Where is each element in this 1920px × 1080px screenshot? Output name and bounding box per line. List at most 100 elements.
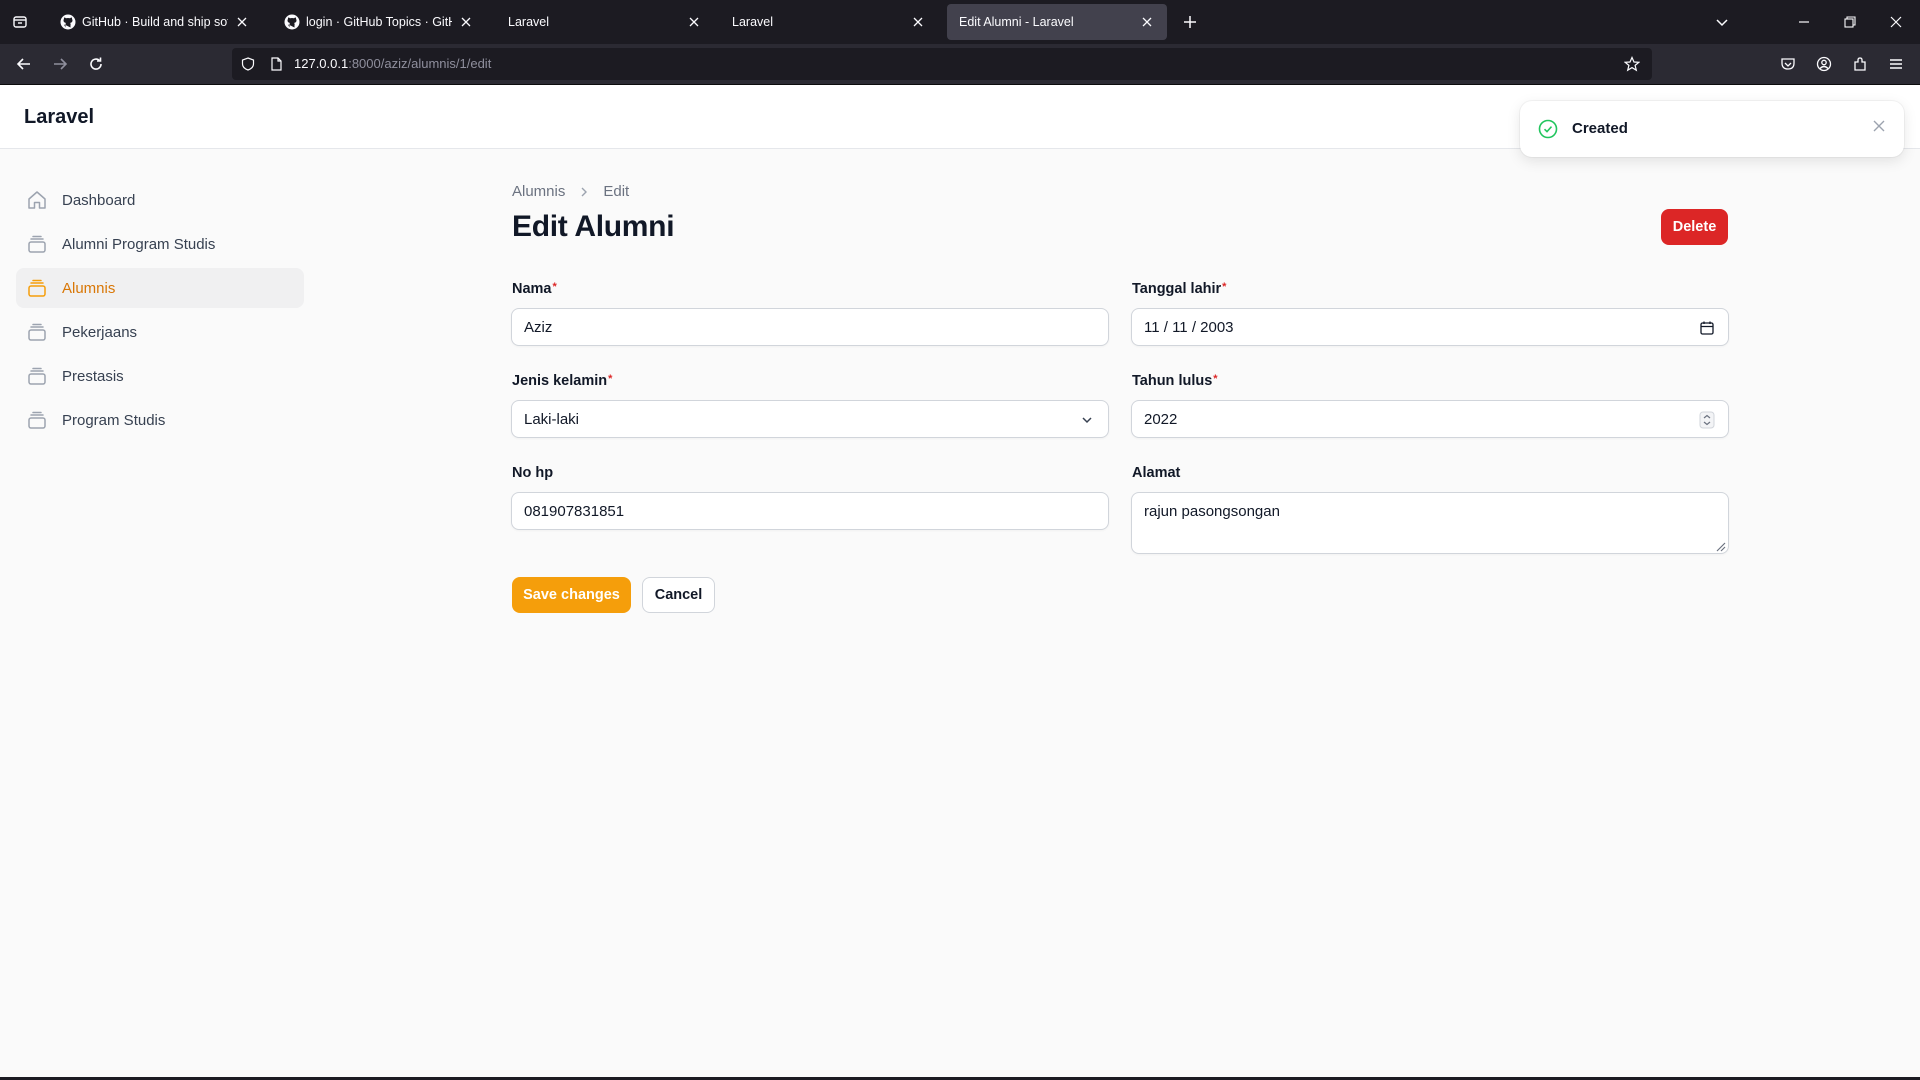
github-icon: [60, 14, 76, 30]
nama-label-text: Nama: [512, 281, 552, 297]
nama-label: Nama*: [512, 281, 557, 297]
save-changes-button[interactable]: Save changes: [512, 577, 631, 613]
collection-icon: [26, 321, 48, 343]
required-marker: *: [608, 373, 613, 385]
number-spinner-icon[interactable]: [1698, 411, 1716, 429]
collection-icon: [26, 409, 48, 431]
home-icon: [26, 189, 48, 211]
sidebar-item-pekerjaans[interactable]: Pekerjaans: [16, 312, 304, 352]
collection-icon: [26, 233, 48, 255]
browser-tab-active[interactable]: Edit Alumni - Laravel: [947, 4, 1167, 40]
window-close-icon[interactable]: [1884, 10, 1908, 34]
browser-tab[interactable]: login · GitHub Topics · GitHub: [272, 4, 486, 40]
account-icon[interactable]: [1812, 52, 1836, 76]
extensions-icon[interactable]: [1848, 52, 1872, 76]
sidebar-item-label: Pekerjaans: [62, 323, 138, 341]
sidebar-item-label: Alumnis: [62, 279, 116, 297]
tab-title: Laravel: [508, 15, 549, 29]
tahun-lulus-label-text: Tahun lulus: [1132, 373, 1213, 389]
url-host: 127.0.0.1: [294, 56, 349, 71]
alamat-label: Alamat: [1132, 465, 1181, 481]
tab-title: GitHub · Build and ship softwar: [82, 15, 228, 29]
calendar-icon[interactable]: [1698, 319, 1716, 337]
required-marker: *: [1222, 281, 1227, 293]
tab-close-icon[interactable]: [686, 14, 702, 30]
tab-close-icon[interactable]: [910, 14, 926, 30]
breadcrumb-link-alumnis[interactable]: Alumnis: [512, 183, 565, 200]
pocket-icon[interactable]: [1776, 52, 1800, 76]
collection-icon: [26, 365, 48, 387]
minimize-icon[interactable]: [1792, 10, 1816, 34]
tahun-lulus-label: Tahun lulus*: [1132, 373, 1218, 389]
forward-icon[interactable]: [48, 52, 72, 76]
sidebar-item-label: Dashboard: [62, 191, 136, 209]
url-text[interactable]: 127.0.0.1:8000/aziz/alumnis/1/edit: [294, 56, 491, 71]
github-icon: [284, 14, 300, 30]
jenis-kelamin-select[interactable]: Laki-laki: [511, 400, 1109, 438]
shield-icon[interactable]: [240, 56, 256, 72]
tanggal-lahir-field[interactable]: 11 / 11 / 2003: [1131, 308, 1729, 346]
restore-icon[interactable]: [1838, 10, 1862, 34]
reload-icon[interactable]: [84, 52, 108, 76]
sidebar-item-label: Program Studis: [62, 411, 166, 429]
alamat-textarea[interactable]: rajun pasongsongan: [1131, 492, 1729, 554]
browser-nav-bar: 127.0.0.1:8000/aziz/alumnis/1/edit: [0, 44, 1920, 84]
jenis-kelamin-value: Laki-laki: [524, 410, 580, 428]
alamat-value: rajun pasongsongan: [1144, 503, 1280, 520]
back-icon[interactable]: [12, 52, 36, 76]
bookmark-star-icon[interactable]: [1624, 56, 1640, 72]
sidebar-item-prestasis[interactable]: Prestasis: [16, 356, 304, 396]
tahun-lulus-value: 2022: [1144, 410, 1178, 428]
toast-message: Created: [1572, 120, 1628, 137]
delete-button[interactable]: Delete: [1661, 209, 1728, 245]
breadcrumb-current: Edit: [603, 183, 630, 200]
tab-title: login · GitHub Topics · GitHub: [306, 15, 452, 29]
jenis-kelamin-label-text: Jenis kelamin: [512, 373, 608, 389]
breadcrumb: Alumnis Edit: [512, 183, 629, 200]
sidebar-item-label: Prestasis: [62, 367, 124, 385]
sidebar-item-alumni-program-studis[interactable]: Alumni Program Studis: [16, 224, 304, 264]
jenis-kelamin-label: Jenis kelamin*: [512, 373, 612, 389]
page-title: Edit Alumni: [512, 210, 675, 243]
required-marker: *: [552, 281, 557, 293]
url-path: :8000/aziz/alumnis/1/edit: [348, 56, 492, 71]
browser-tab[interactable]: Laravel: [720, 4, 938, 40]
tab-close-icon[interactable]: [234, 14, 250, 30]
brand-logo[interactable]: Laravel: [24, 106, 94, 129]
tab-close-icon[interactable]: [458, 14, 474, 30]
notification-toast: Created: [1520, 101, 1904, 157]
tab-close-icon[interactable]: [1139, 14, 1155, 30]
tab-list-icon[interactable]: [8, 8, 32, 36]
tanggal-lahir-value: 11 / 11 / 2003: [1144, 318, 1234, 336]
sidebar-item-program-studis[interactable]: Program Studis: [16, 400, 304, 440]
browser-tab[interactable]: GitHub · Build and ship softwar: [48, 4, 262, 40]
menu-icon[interactable]: [1884, 52, 1908, 76]
page-icon[interactable]: [268, 56, 284, 72]
sidebar-item-dashboard[interactable]: Dashboard: [16, 180, 304, 220]
new-tab-icon[interactable]: [1178, 10, 1202, 34]
no-hp-label: No hp: [512, 465, 554, 481]
tahun-lulus-field[interactable]: 2022: [1131, 400, 1729, 438]
sidebar-item-label: Alumni Program Studis: [62, 235, 216, 253]
browser-tab-bar: GitHub · Build and ship softwar login · …: [0, 0, 1920, 44]
no-hp-field[interactable]: 081907831851: [511, 492, 1109, 530]
toast-close-icon[interactable]: [1870, 117, 1888, 135]
tanggal-lahir-label: Tanggal lahir*: [1132, 281, 1226, 297]
collection-icon: [26, 277, 48, 299]
tab-title: Edit Alumni - Laravel: [959, 15, 1074, 29]
url-bar[interactable]: 127.0.0.1:8000/aziz/alumnis/1/edit: [232, 48, 1652, 80]
chevron-right-icon: [577, 185, 591, 199]
no-hp-value: 081907831851: [524, 502, 625, 520]
sidebar: Dashboard Alumni Program Studis Alumnis …: [16, 180, 304, 444]
chevron-down-icon: [1078, 411, 1096, 429]
tab-title: Laravel: [732, 15, 773, 29]
browser-tab[interactable]: Laravel: [496, 4, 714, 40]
tanggal-lahir-label-text: Tanggal lahir: [1132, 281, 1222, 297]
list-all-tabs-icon[interactable]: [1710, 10, 1734, 34]
check-circle-icon: [1537, 118, 1559, 140]
resize-handle-icon[interactable]: [1714, 539, 1726, 552]
nama-field[interactable]: Aziz: [511, 308, 1109, 346]
cancel-button[interactable]: Cancel: [642, 577, 715, 613]
sidebar-item-alumnis[interactable]: Alumnis: [16, 268, 304, 308]
nama-value: Aziz: [524, 318, 553, 336]
